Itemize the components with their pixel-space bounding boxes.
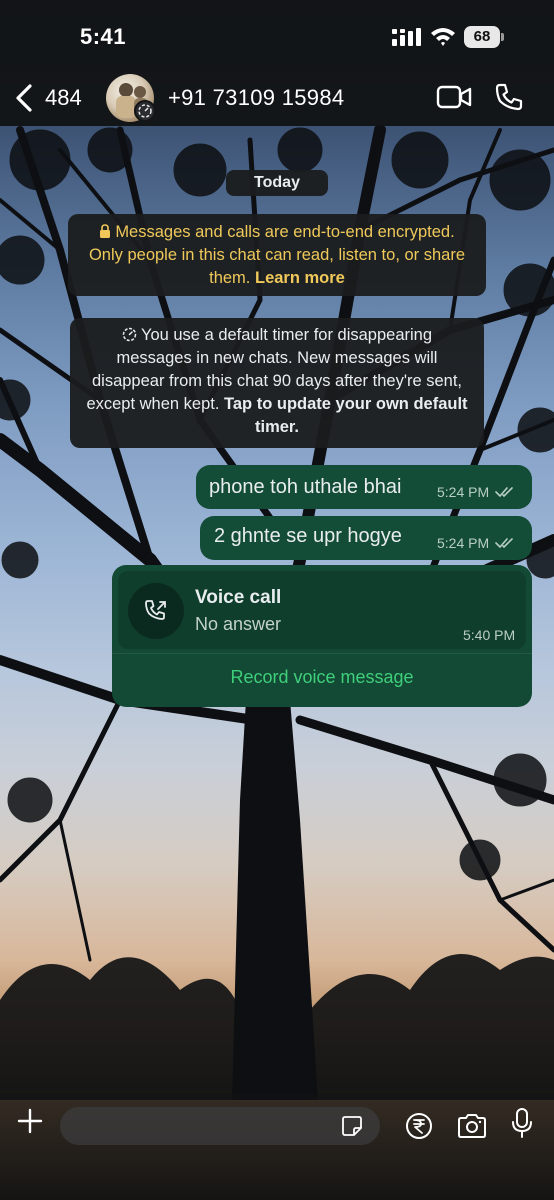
divider	[112, 653, 532, 654]
rupee-icon[interactable]	[405, 1112, 433, 1140]
message-meta: 5:24 PM	[437, 484, 515, 500]
status-time: 5:41	[80, 24, 127, 49]
update-default-timer-link[interactable]: Tap to update your own default timer.	[224, 395, 468, 436]
message-time: 5:24 PM	[437, 535, 490, 551]
read-ticks-icon	[495, 538, 513, 549]
call-title: Voice call	[195, 587, 282, 608]
video-call-icon[interactable]	[436, 84, 472, 110]
battery-level: 68	[464, 26, 500, 48]
record-voice-message-button[interactable]: Record voice message	[112, 667, 532, 688]
chat-header: 5:41 68 484 +91 73109 15984	[0, 0, 554, 126]
unread-chats-count[interactable]: 484	[45, 85, 82, 111]
wifi-icon	[431, 28, 455, 46]
mic-icon[interactable]	[510, 1107, 534, 1139]
lock-icon	[100, 224, 111, 238]
disappearing-timer-notice[interactable]: You use a default timer for disappearing…	[70, 318, 484, 448]
cellular-signal-icon	[392, 28, 421, 46]
call-info-card[interactable]: Voice call No answer 5:40 PM	[118, 571, 526, 649]
message-composer	[0, 1095, 554, 1200]
camera-icon[interactable]	[456, 1112, 488, 1140]
message-text: phone toh uthale bhai	[209, 476, 402, 498]
voice-call-message[interactable]: Voice call No answer 5:40 PM Record voic…	[112, 565, 532, 707]
outgoing-message[interactable]: phone toh uthale bhai 5:24 PM	[196, 465, 532, 509]
outgoing-call-icon	[128, 583, 184, 639]
message-meta: 5:24 PM	[437, 535, 515, 551]
contact-name[interactable]: +91 73109 15984	[168, 85, 344, 111]
read-ticks-icon	[495, 487, 513, 498]
sticker-icon[interactable]	[341, 1115, 363, 1137]
date-chip: Today	[226, 170, 328, 196]
encryption-notice[interactable]: Messages and calls are end-to-end encryp…	[68, 214, 486, 296]
timer-icon	[122, 327, 137, 342]
back-chevron-icon[interactable]	[14, 84, 34, 112]
voice-call-icon[interactable]	[494, 82, 524, 112]
outgoing-message[interactable]: 2 ghnte se upr hogye 5:24 PM	[200, 516, 532, 560]
message-input[interactable]	[60, 1107, 380, 1145]
call-time: 5:40 PM	[463, 627, 516, 643]
plus-icon[interactable]	[16, 1107, 44, 1135]
message-text: 2 ghnte se upr hogye	[214, 525, 402, 547]
battery-icon: 68	[464, 26, 504, 48]
call-status: No answer	[195, 614, 282, 634]
learn-more-link[interactable]: Learn more	[255, 269, 345, 287]
disappearing-timer-badge-icon	[134, 100, 156, 122]
message-time: 5:24 PM	[437, 484, 490, 500]
